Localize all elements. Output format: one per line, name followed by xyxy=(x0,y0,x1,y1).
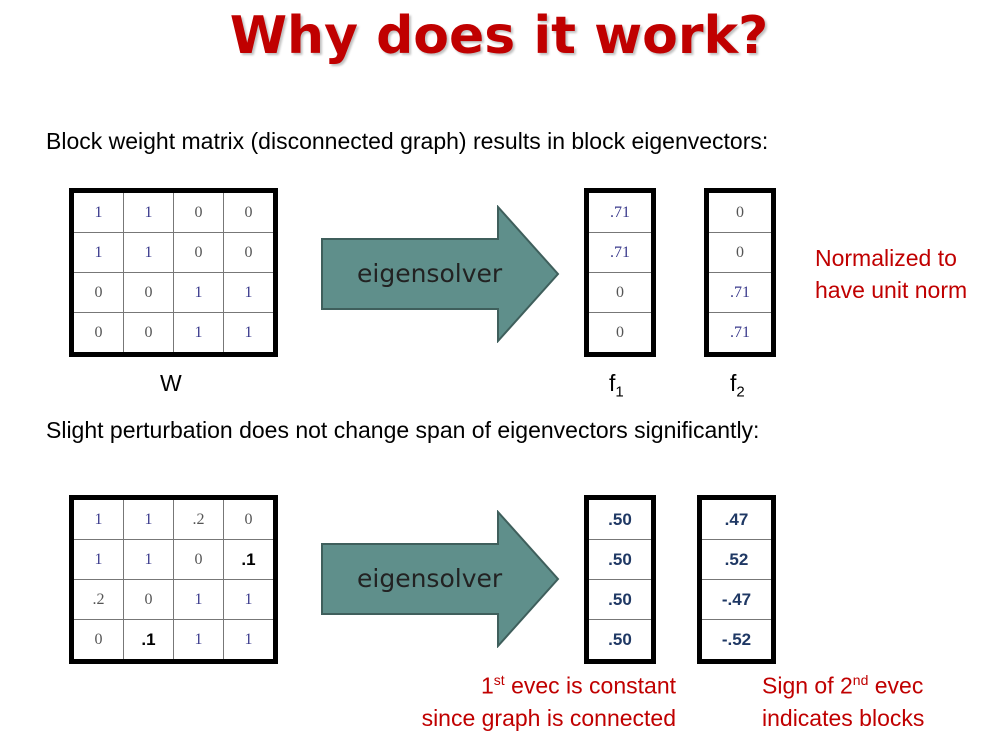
block-weight-matrix: 1 1 0 0 1 1 0 0 0 0 1 1 0 0 1 1 xyxy=(69,188,278,357)
constant-evec-note: 1st evec is constant since graph is conn… xyxy=(421,672,676,731)
matrix-cell: 0 xyxy=(223,232,276,273)
matrix-cell: 1 xyxy=(71,190,124,233)
sign-evec-note: Sign of 2nd evec indicates blocks xyxy=(762,672,925,731)
vector-label-f1: f1 xyxy=(609,370,624,401)
vector-cell: .50 xyxy=(586,497,654,540)
matrix-cell: 1 xyxy=(123,497,174,540)
vector-cell: -.47 xyxy=(699,579,774,620)
matrix-cell: 1 xyxy=(71,539,124,580)
vector-cell: .50 xyxy=(586,619,654,662)
vector-cell: 0 xyxy=(706,232,774,273)
vector-cell: .71 xyxy=(706,272,774,313)
matrix-cell: 0 xyxy=(173,539,224,580)
vector-cell: .50 xyxy=(586,539,654,580)
matrix-cell: .2 xyxy=(71,579,124,620)
matrix-cell: 1 xyxy=(223,579,276,620)
slide-title: Why does it work? xyxy=(229,6,769,66)
matrix-cell: 0 xyxy=(123,272,174,313)
vector-cell: 0 xyxy=(706,190,774,233)
matrix-cell: 0 xyxy=(123,579,174,620)
matrix-cell: 1 xyxy=(71,497,124,540)
vector-cell: 0 xyxy=(586,312,654,355)
perturbed-weight-matrix: 1 1 .2 0 1 1 0 .1 .2 0 1 1 0 .1 1 1 xyxy=(69,495,278,664)
eigenvector-f2: 0 0 .71 .71 xyxy=(704,188,776,357)
matrix-cell: 1 xyxy=(223,272,276,313)
vector-cell: .71 xyxy=(586,232,654,273)
matrix-cell: 0 xyxy=(71,619,124,662)
matrix-cell: 1 xyxy=(173,619,224,662)
perturbed-eigenvector-1: .50 .50 .50 .50 xyxy=(584,495,656,664)
matrix-cell: .1 xyxy=(223,539,276,580)
matrix-cell: 0 xyxy=(173,232,224,273)
matrix-cell: 0 xyxy=(123,312,174,355)
vector-cell: .50 xyxy=(586,579,654,620)
matrix-cell: .2 xyxy=(173,497,224,540)
matrix-cell: 0 xyxy=(173,190,224,233)
vector-cell: -.52 xyxy=(699,619,774,662)
vector-cell: .71 xyxy=(586,190,654,233)
vector-cell: .47 xyxy=(699,497,774,540)
matrix-cell: 1 xyxy=(123,232,174,273)
matrix-cell: 0 xyxy=(223,497,276,540)
vector-cell: .71 xyxy=(706,312,774,355)
matrix-cell: 1 xyxy=(223,619,276,662)
perturbed-eigenvector-2: .47 .52 -.47 -.52 xyxy=(697,495,776,664)
matrix-cell: 0 xyxy=(71,312,124,355)
matrix-cell: 0 xyxy=(71,272,124,313)
section2-caption: Slight perturbation does not change span… xyxy=(46,417,760,443)
eigenvector-f1: .71 .71 0 0 xyxy=(584,188,656,357)
vector-cell: .52 xyxy=(699,539,774,580)
matrix-label-w: W xyxy=(160,370,182,396)
vector-cell: 0 xyxy=(586,272,654,313)
eigensolver-label-2: eigensolver xyxy=(357,564,503,593)
matrix-cell: .1 xyxy=(123,619,174,662)
normalized-note: Normalized to have unit norm xyxy=(815,245,968,303)
vector-label-f2: f2 xyxy=(730,370,745,401)
eigensolver-label-1: eigensolver xyxy=(357,259,503,288)
matrix-cell: 1 xyxy=(123,539,174,580)
matrix-cell: 1 xyxy=(173,579,224,620)
matrix-cell: 1 xyxy=(123,190,174,233)
section1-caption: Block weight matrix (disconnected graph)… xyxy=(46,128,769,154)
matrix-cell: 1 xyxy=(71,232,124,273)
matrix-cell: 1 xyxy=(173,272,224,313)
matrix-cell: 1 xyxy=(223,312,276,355)
matrix-cell: 1 xyxy=(173,312,224,355)
matrix-cell: 0 xyxy=(223,190,276,233)
